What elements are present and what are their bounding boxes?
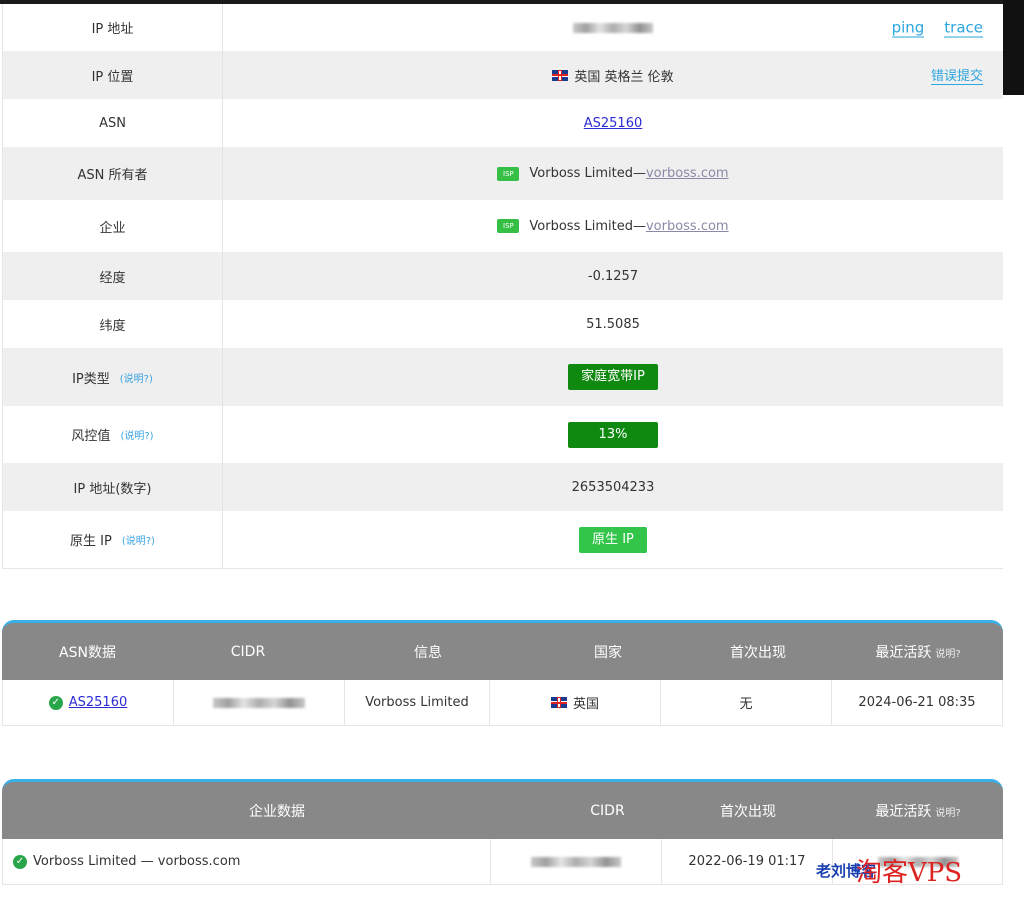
check-icon: ✓ <box>13 854 27 869</box>
risk-label-cell: 风控值 (说明?) <box>3 406 223 463</box>
ip-type-label-cell: IP类型 (说明?) <box>3 348 223 406</box>
asn-header-last-active-cell: 最近活跃 说明? <box>833 642 1003 662</box>
company-cidr-cell <box>491 839 662 884</box>
watermark-site-text: 淘客VPS <box>856 858 963 888</box>
company-domain-link[interactable]: vorboss.com <box>646 219 729 234</box>
company-name: Vorboss Limited— <box>529 218 646 234</box>
asn-header-country: 国家 <box>594 644 622 661</box>
ip-address-label: IP 地址 <box>3 4 223 51</box>
watermark: 老刘博客 淘客VPS <box>816 852 1024 892</box>
row-ip-address: IP 地址 ping trace <box>3 4 1003 51</box>
native-ip-badge: 原生 IP <box>579 526 647 553</box>
asn-row-link[interactable]: AS25160 <box>69 695 128 710</box>
latitude-label: 纬度 <box>3 300 223 348</box>
asn-table-header: ASN数据 CIDR 信息 国家 首次出现 最近活跃 说明? <box>2 620 1003 680</box>
asn-header-first-seen: 首次出现 <box>730 644 786 661</box>
native-ip-value-cell: 原生 IP <box>223 511 1003 568</box>
ip-numeric-label: IP 地址(数字) <box>3 463 223 511</box>
company-first-seen-cell: 2022-06-19 01:17 <box>662 839 833 884</box>
cidr-cell <box>174 680 345 725</box>
asn-link[interactable]: AS25160 <box>584 116 643 131</box>
uk-flag-icon <box>552 69 569 81</box>
company-row-text: Vorboss Limited — vorboss.com <box>33 854 241 869</box>
ip-location-text: 英国 英格兰 伦敦 <box>574 69 674 85</box>
company-header-cidr: CIDR <box>590 802 625 819</box>
asn-data-table: ASN数据 CIDR 信息 国家 首次出现 最近活跃 说明? ✓ AS25160 … <box>2 620 1003 726</box>
report-error-link[interactable]: 错误提交 <box>930 65 983 85</box>
row-ip-location: IP 位置 英国 英格兰 伦敦 错误提交 <box>3 51 1003 99</box>
company-label: 企业 <box>3 200 223 252</box>
row-asn-owner: ASN 所有者 ISP Vorboss Limited— vorboss.com <box>3 147 1003 200</box>
ip-location-value: 英国 英格兰 伦敦 错误提交 <box>223 51 1003 99</box>
ip-address-redacted <box>573 22 653 33</box>
isp-badge: ISP <box>497 219 520 233</box>
asn-owner-name: Vorboss Limited— <box>529 166 646 181</box>
risk-label: 风控值 <box>71 429 111 444</box>
company-header-company: 企业数据 <box>249 803 305 820</box>
check-icon: ✓ <box>48 695 63 710</box>
company-header-help-link[interactable]: 说明? <box>935 808 960 819</box>
row-latitude: 纬度 51.5085 <box>3 300 1003 348</box>
longitude-label: 经度 <box>3 252 223 300</box>
cidr-redacted <box>213 697 305 708</box>
ip-numeric-value: 2653504233 <box>571 479 655 495</box>
asn-header-help-link[interactable]: 说明? <box>935 649 960 660</box>
asn-owner-label: ASN 所有者 <box>3 147 223 200</box>
asn-header-asn: ASN数据 <box>59 644 116 661</box>
ip-type-label: IP类型 <box>72 371 110 387</box>
company-header-last-active-cell: 最近活跃 说明? <box>833 801 1003 821</box>
row-native-ip: 原生 IP (说明?) 原生 IP <box>3 511 1003 568</box>
country-cell: 英国 <box>490 680 661 725</box>
ip-type-badge: 家庭宽带IP <box>568 364 658 390</box>
risk-help-link[interactable]: (说明?) <box>120 427 153 442</box>
company-table-header: 企业数据 CIDR 首次出现 最近活跃 说明? <box>2 779 1003 839</box>
row-asn: ASN AS25160 <box>3 99 1003 147</box>
asn-cell: ✓ AS25160 <box>3 680 174 725</box>
row-ip-numeric: IP 地址(数字) 2653504233 <box>3 463 1003 511</box>
isp-badge: ISP <box>497 166 520 181</box>
ip-actions: ping trace <box>891 18 983 37</box>
asn-header-info: 信息 <box>414 644 442 661</box>
company-cidr-redacted <box>531 856 621 867</box>
native-ip-help-link[interactable]: (说明?) <box>122 532 155 547</box>
row-risk: 风控值 (说明?) 13% <box>3 406 1003 463</box>
longitude-value: -0.1257 <box>587 268 639 284</box>
ip-location-label: IP 位置 <box>3 51 223 99</box>
company-value: ISP Vorboss Limited— vorboss.com <box>223 200 1003 252</box>
ip-info-table: IP 地址 ping trace IP 位置 英国 英格兰 伦敦 错误提交 AS… <box>2 4 1003 569</box>
country-text: 英国 <box>572 697 599 712</box>
uk-flag-icon <box>550 697 567 708</box>
row-longitude: 经度 -0.1257 <box>3 252 1003 300</box>
row-ip-type: IP类型 (说明?) 家庭宽带IP <box>3 348 1003 406</box>
trace-link[interactable]: trace <box>944 18 983 37</box>
row-company: 企业 ISP Vorboss Limited— vorboss.com <box>3 200 1003 252</box>
info-cell: Vorboss Limited <box>345 680 490 725</box>
asn-header-last-active: 最近活跃 <box>875 644 932 661</box>
ip-type-help-link[interactable]: (说明?) <box>120 370 153 385</box>
native-ip-label-cell: 原生 IP (说明?) <box>3 511 223 568</box>
asn-owner-value: ISP Vorboss Limited— vorboss.com <box>223 147 1003 200</box>
asn-value: AS25160 <box>223 99 1003 147</box>
page-edge-bar <box>1003 0 1024 95</box>
asn-owner-domain-link[interactable]: vorboss.com <box>646 166 729 181</box>
company-cell: ✓ Vorboss Limited — vorboss.com <box>3 839 491 884</box>
table-row: ✓ AS25160 Vorboss Limited 英国 无 2024-06-2… <box>2 680 1003 726</box>
risk-score-badge: 13% <box>568 421 658 448</box>
ip-address-value: ping trace <box>223 4 1003 51</box>
ip-type-value-cell: 家庭宽带IP <box>223 348 1003 406</box>
asn-label: ASN <box>3 99 223 147</box>
ping-link[interactable]: ping <box>891 18 925 37</box>
risk-value-cell: 13% <box>223 406 1003 463</box>
latitude-value: 51.5085 <box>586 316 640 332</box>
company-header-last-active: 最近活跃 <box>875 803 932 820</box>
asn-header-cidr: CIDR <box>230 643 266 660</box>
native-ip-label: 原生 IP <box>70 534 112 549</box>
company-header-first-seen: 首次出现 <box>720 803 776 820</box>
first-seen-cell: 无 <box>661 680 832 725</box>
last-active-cell: 2024-06-21 08:35 <box>858 695 976 710</box>
